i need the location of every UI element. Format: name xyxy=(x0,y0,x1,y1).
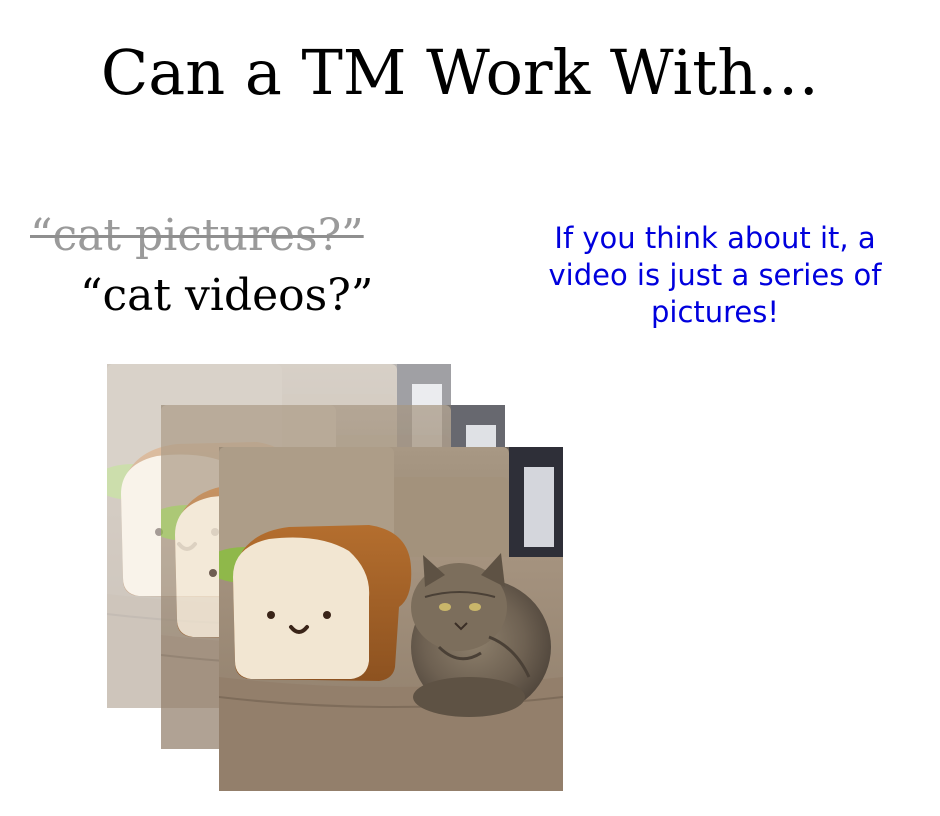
replacement-text: “cat videos?” xyxy=(80,270,374,321)
struck-text: “cat pictures?” xyxy=(30,210,364,261)
video-frame-3 xyxy=(219,447,563,791)
cat-bread-photo-icon xyxy=(219,447,563,791)
slide-title: Can a TM Work With… xyxy=(100,36,820,109)
side-note: If you think about it, a video is just a… xyxy=(548,221,882,329)
